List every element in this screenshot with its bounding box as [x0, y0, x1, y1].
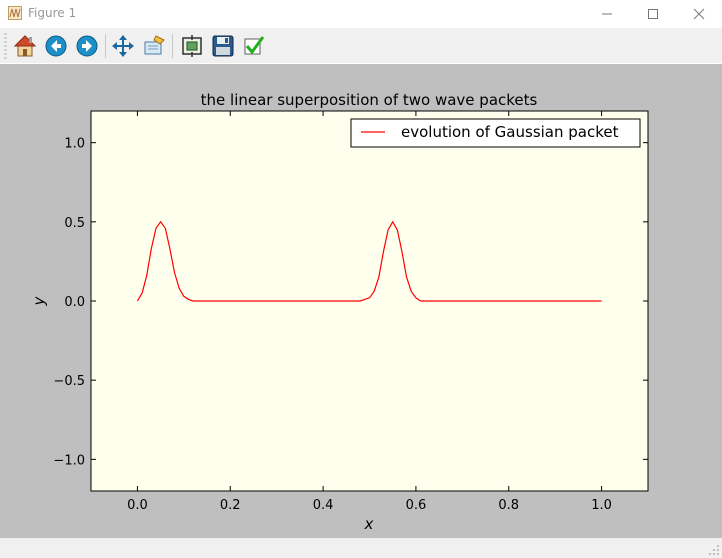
x-tick-label: 0.0: [127, 498, 148, 513]
x-axis-label: x: [364, 515, 374, 533]
pan-button[interactable]: [109, 32, 137, 60]
floppy-save-icon: [212, 35, 234, 57]
pan-move-icon: [112, 35, 134, 57]
y-tick-label: −1.0: [53, 453, 85, 468]
legend-label: evolution of Gaussian packet: [401, 123, 619, 141]
toolbar-separator: [105, 34, 106, 58]
resize-grip[interactable]: [708, 544, 720, 556]
chart-title: the linear superposition of two wave pac…: [201, 91, 538, 109]
status-bar: [0, 538, 722, 558]
y-tick-label: −0.5: [53, 374, 85, 389]
maximize-button[interactable]: [630, 0, 676, 28]
x-tick-label: 0.6: [406, 498, 427, 513]
home-button[interactable]: [11, 32, 39, 60]
subplots-button[interactable]: [178, 32, 206, 60]
forward-button[interactable]: [73, 32, 101, 60]
maximize-icon: [648, 9, 658, 19]
zoom-rect-icon: [144, 35, 165, 55]
back-arrow-icon: [45, 35, 67, 57]
x-tick-label: 1.0: [591, 498, 612, 513]
legend: evolution of Gaussian packet: [350, 118, 641, 148]
minimize-icon: [602, 13, 612, 15]
figure-canvas[interactable]: the linear superposition of two wave pac…: [0, 64, 722, 538]
edit-parameters-button[interactable]: [240, 32, 268, 60]
y-tick-label: 0.0: [64, 295, 85, 310]
app-icon: [8, 6, 22, 20]
minimize-button[interactable]: [584, 0, 630, 28]
x-tick-label: 0.2: [220, 498, 241, 513]
toolbar-grip[interactable]: [4, 33, 7, 59]
back-button[interactable]: [42, 32, 70, 60]
toolbar-separator: [172, 34, 173, 58]
forward-arrow-icon: [76, 35, 98, 57]
close-icon: [693, 8, 705, 20]
title-bar: Figure 1: [0, 0, 722, 29]
save-button[interactable]: [209, 32, 237, 60]
configure-subplots-icon: [182, 35, 202, 57]
navigation-toolbar: [0, 29, 722, 63]
y-tick-label: 1.0: [64, 137, 85, 152]
window-title: Figure 1: [28, 6, 77, 20]
x-tick-label: 0.4: [313, 498, 334, 513]
line-chart[interactable]: the linear superposition of two wave pac…: [0, 64, 722, 538]
home-icon: [13, 35, 37, 57]
y-axis-label: y: [30, 295, 48, 306]
x-tick-label: 0.8: [498, 498, 519, 513]
y-tick-label: 0.5: [64, 216, 85, 231]
checkmark-icon: [244, 36, 265, 55]
zoom-button[interactable]: [140, 32, 168, 60]
close-button[interactable]: [676, 0, 722, 28]
